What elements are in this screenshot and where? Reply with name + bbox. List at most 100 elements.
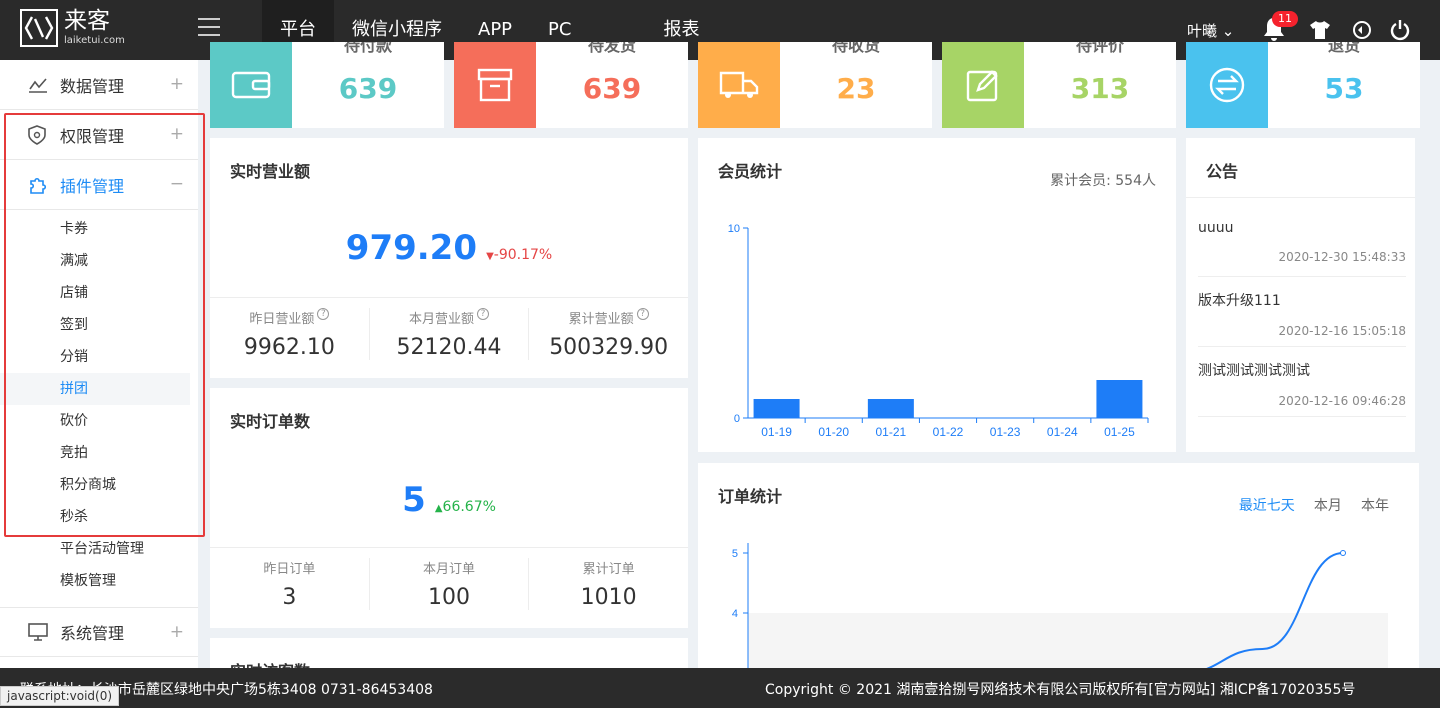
status-bar-url: javascript:void(0): [0, 686, 120, 706]
submenu-item[interactable]: 店铺: [0, 277, 198, 309]
notice-item[interactable]: uuuu 2020-12-30 15:48:33: [1198, 220, 1406, 277]
kpi-card-unreceived[interactable]: 待收货 23: [698, 42, 932, 128]
tab-this-year[interactable]: 本年: [1361, 498, 1389, 514]
bar: [1096, 380, 1143, 418]
submenu-item[interactable]: 模板管理: [0, 565, 198, 597]
refresh-icon[interactable]: [1352, 20, 1372, 40]
sidebar-item-system[interactable]: 系统管理 +: [0, 607, 198, 657]
notice-text: uuuu: [1198, 220, 1234, 236]
brand-name: 来客: [64, 8, 110, 34]
stat-yesterday: 昨日营业额? 9962.10: [210, 308, 370, 360]
submenu-item[interactable]: 平台活动管理: [0, 533, 198, 565]
kpi-card-unpaid[interactable]: 待付款 639: [210, 42, 444, 128]
plugin-submenu: 卡券 满减 店铺 签到 分销 拼团 砍价 竞拍 积分商城 秒杀 平台活动管理 模…: [0, 213, 198, 597]
kpi-label: 待付款: [343, 42, 392, 55]
expand-icon[interactable]: +: [170, 622, 184, 642]
kpi-value: 23: [836, 72, 876, 105]
help-icon[interactable]: ?: [317, 308, 330, 320]
tab-this-month[interactable]: 本月: [1314, 498, 1342, 514]
up-arrow-icon: ▲: [434, 503, 443, 514]
bar: [753, 399, 800, 418]
monitor-icon: [28, 622, 48, 642]
sidebar-item-label: 插件管理: [60, 176, 125, 196]
kpi-value: 313: [1070, 72, 1130, 105]
order-line-chart: 345: [732, 543, 1388, 668]
sidebar-item-label: 系统管理: [60, 624, 125, 643]
kpi-label: 待发货: [587, 42, 636, 55]
kpi-card-unreviewed[interactable]: 待评价 313: [942, 42, 1176, 128]
revenue-value: 979.20: [345, 228, 477, 268]
menu-toggle-icon[interactable]: [198, 18, 220, 38]
card-title: 订单统计: [718, 487, 783, 506]
user-name: 叶曦: [1187, 22, 1218, 40]
orders-change: 66.67%: [442, 499, 496, 515]
power-icon[interactable]: [1390, 19, 1410, 41]
kpi-value: 639: [338, 72, 398, 105]
x-tick-label: 01-25: [1104, 425, 1135, 439]
stat-value: 500329.90: [549, 335, 669, 360]
submenu-item[interactable]: 秒杀: [0, 501, 198, 533]
submenu-item[interactable]: 签到: [0, 309, 198, 341]
stat-month: 本月订单 100: [370, 558, 530, 610]
notice-item[interactable]: 测试测试测试测试 2020-12-16 09:46:28: [1198, 360, 1406, 417]
kpi-card-unshipped[interactable]: 待发货 639: [454, 42, 688, 128]
orders-card: 实时订单数 5 ▲66.67% 昨日订单 3 本月订单 100 累计订单 1010: [210, 388, 688, 628]
kpi-label: 待评价: [1075, 42, 1124, 55]
revenue-stats: 昨日营业额? 9962.10 本月营业额? 52120.44 累计营业额? 50032…: [210, 297, 688, 370]
expand-icon[interactable]: +: [170, 124, 184, 144]
x-tick-label: 01-24: [1047, 425, 1078, 439]
orders-value: 5: [402, 480, 426, 520]
kpi-card-returns[interactable]: 退货 53: [1186, 42, 1420, 128]
shield-icon: [28, 124, 48, 145]
stat-label: 累计订单: [582, 562, 635, 577]
user-menu[interactable]: 叶曦 ⌄: [1187, 20, 1234, 41]
submenu-item[interactable]: 满减: [0, 245, 198, 277]
y-tick-label: 5: [732, 548, 738, 560]
chevron-down-icon: ⌄: [1221, 22, 1235, 40]
line-chart-icon: [28, 75, 48, 95]
submenu-item[interactable]: 砍价: [0, 405, 198, 437]
expand-icon[interactable]: +: [170, 74, 184, 94]
submenu-item[interactable]: 卡券: [0, 213, 198, 245]
submenu-item[interactable]: 分销: [0, 341, 198, 373]
revenue-card: 实时营业额 979.20 ▼-90.17% 昨日营业额? 9962.10 本月营业…: [210, 138, 688, 378]
help-icon[interactable]: ?: [636, 308, 649, 320]
x-tick-label: 01-21: [876, 425, 907, 439]
sidebar-item-label: 数据管理: [60, 76, 125, 96]
card-title: 会员统计: [718, 162, 783, 181]
down-arrow-icon: ▼: [486, 251, 494, 262]
x-tick-label: 01-20: [818, 425, 849, 439]
y-tick-label: 10: [728, 223, 740, 235]
stat-label: 本月营业额: [409, 312, 475, 327]
range-tabs: 最近七天 本月 本年: [1225, 495, 1389, 515]
notice-item[interactable]: 版本升级111 2020-12-16 15:05:18: [1198, 290, 1406, 347]
sidebar-item-permission[interactable]: 权限管理 +: [0, 110, 198, 160]
edit-icon: [942, 42, 1024, 128]
card-title: 实时营业额: [230, 162, 311, 181]
puzzle-icon: [28, 175, 48, 195]
revenue-main: 979.20 ▼-90.17%: [210, 228, 688, 268]
sidebar-item-data[interactable]: 数据管理 +: [0, 60, 198, 110]
notice-time: 2020-12-16 09:46:28: [1278, 394, 1406, 408]
kpi-label: 待收货: [831, 42, 880, 55]
notice-text: 测试测试测试测试: [1198, 363, 1310, 379]
members-card: 会员统计 累计会员: 554人 0 10 01-19 01-20 01-21 01-22 0…: [698, 138, 1176, 452]
visitors-card: 实时访客数: [210, 638, 688, 668]
kpi-label: 退货: [1327, 42, 1360, 55]
submenu-item-active[interactable]: 拼团: [0, 373, 190, 405]
x-tick-label: 01-23: [990, 425, 1021, 439]
footer-copyright: Copyright © 2021 湖南壹拾捌号网络技术有限公司版权所有[官方网站…: [765, 682, 1356, 698]
exchange-icon: [1186, 42, 1268, 128]
collapse-icon[interactable]: −: [170, 174, 184, 194]
stat-label: 本月订单: [423, 562, 476, 577]
logo[interactable]: 来客 laiketui.com: [20, 9, 125, 47]
kpi-value: 53: [1324, 72, 1364, 105]
tab-last-7-days[interactable]: 最近七天: [1239, 498, 1295, 514]
submenu-item[interactable]: 积分商城: [0, 469, 198, 501]
submenu-item[interactable]: 竞拍: [0, 437, 198, 469]
shirt-icon[interactable]: [1309, 20, 1331, 40]
orders-main: 5 ▲66.67%: [210, 480, 688, 520]
help-icon[interactable]: ?: [477, 308, 490, 320]
sidebar-item-plugins[interactable]: 插件管理 −: [0, 160, 198, 210]
stat-yesterday: 昨日订单 3: [210, 558, 370, 610]
